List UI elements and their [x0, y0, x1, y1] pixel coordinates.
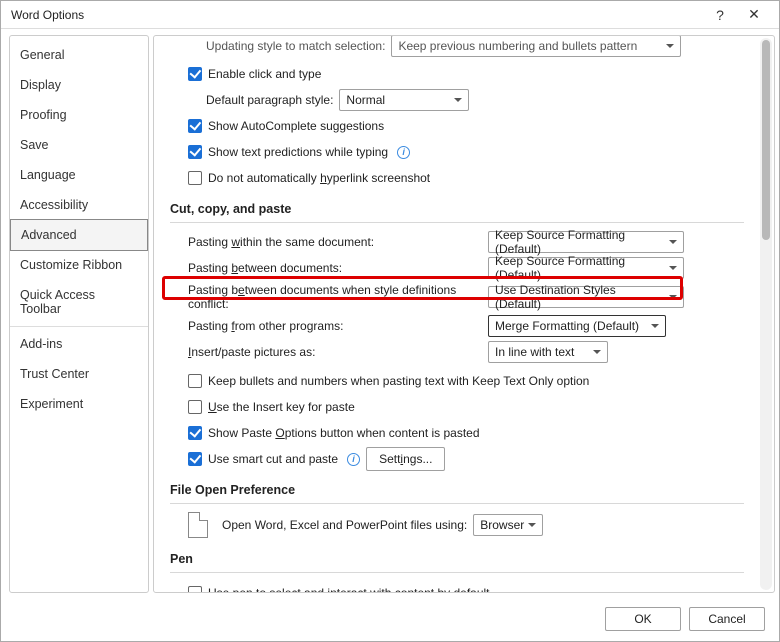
- show-paste-options-row: Show Paste Options button when content i…: [170, 421, 744, 445]
- use-insert-key-row: Use the Insert key for paste: [170, 395, 744, 419]
- use-pen-label: Use pen to select and interact with cont…: [208, 586, 490, 592]
- section-pen: Pen: [170, 542, 744, 573]
- sidebar-item-customize-ribbon[interactable]: Customize Ribbon: [10, 250, 148, 280]
- sidebar-item-accessibility[interactable]: Accessibility: [10, 190, 148, 220]
- paste-between-conflict-select[interactable]: Use Destination Styles (Default): [488, 286, 684, 308]
- insert-paste-pictures-select[interactable]: In line with text: [488, 341, 608, 363]
- sidebar-item-experiment[interactable]: Experiment: [10, 389, 148, 419]
- paste-other-programs-label: Pasting from other programs:: [188, 319, 488, 333]
- section-file-open: File Open Preference: [170, 473, 744, 504]
- paste-within-select[interactable]: Keep Source Formatting (Default): [488, 231, 684, 253]
- show-paste-options-label: Show Paste Options button when content i…: [208, 426, 480, 440]
- paste-options-grid: Pasting within the same document: Keep S…: [188, 231, 744, 363]
- keep-bullets-checkbox[interactable]: [188, 374, 202, 388]
- file-open-label: Open Word, Excel and PowerPoint files us…: [222, 518, 467, 532]
- smart-cut-paste-checkbox[interactable]: [188, 452, 202, 466]
- document-icon: [188, 512, 208, 538]
- close-button[interactable]: ✕: [737, 1, 771, 29]
- sidebar-item-advanced[interactable]: Advanced: [10, 219, 148, 251]
- paste-between-conflict-label: Pasting between documents when style def…: [188, 283, 488, 311]
- sidebar-item-add-ins[interactable]: Add-ins: [10, 329, 148, 359]
- use-pen-checkbox[interactable]: [188, 586, 202, 592]
- info-icon[interactable]: [397, 146, 410, 159]
- sidebar-item-proofing[interactable]: Proofing: [10, 100, 148, 130]
- sidebar-item-save[interactable]: Save: [10, 130, 148, 160]
- show-text-predictions-row: Show text predictions while typing: [170, 140, 744, 164]
- ok-button[interactable]: OK: [605, 607, 681, 631]
- paste-between-select[interactable]: Keep Source Formatting (Default): [488, 257, 684, 279]
- updating-style-row: Updating style to match selection: Keep …: [170, 36, 744, 58]
- info-icon[interactable]: [347, 453, 360, 466]
- sidebar-item-general[interactable]: General: [10, 40, 148, 70]
- vertical-scrollbar[interactable]: [760, 38, 772, 590]
- paste-between-label: Pasting between documents:: [188, 261, 488, 275]
- updating-style-label: Updating style to match selection:: [206, 39, 385, 53]
- show-autocomplete-row: Show AutoComplete suggestions: [170, 114, 744, 138]
- show-text-predictions-label: Show text predictions while typing: [208, 145, 388, 159]
- smart-cut-paste-label: Use smart cut and paste: [208, 452, 338, 466]
- insert-paste-pictures-label: Insert/paste pictures as:: [188, 345, 488, 359]
- content-pane: Updating style to match selection: Keep …: [153, 35, 775, 593]
- window-title: Word Options: [11, 8, 703, 22]
- no-auto-hyperlink-checkbox[interactable]: [188, 171, 202, 185]
- use-pen-row: Use pen to select and interact with cont…: [170, 581, 744, 592]
- paste-other-programs-select[interactable]: Merge Formatting (Default): [488, 315, 666, 337]
- paste-within-label: Pasting within the same document:: [188, 235, 488, 249]
- updating-style-select[interactable]: Keep previous numbering and bullets patt…: [391, 36, 681, 57]
- keep-bullets-row: Keep bullets and numbers when pasting te…: [170, 369, 744, 393]
- section-cut-copy-paste: Cut, copy, and paste: [170, 192, 744, 223]
- sidebar-item-display[interactable]: Display: [10, 70, 148, 100]
- show-autocomplete-label: Show AutoComplete suggestions: [208, 119, 384, 133]
- titlebar: Word Options ? ✕: [1, 1, 779, 29]
- settings-button[interactable]: Settings...: [366, 447, 445, 471]
- keep-bullets-label: Keep bullets and numbers when pasting te…: [208, 374, 589, 388]
- cancel-button[interactable]: Cancel: [689, 607, 765, 631]
- main-split: General Display Proofing Save Language A…: [1, 29, 779, 599]
- dialog-footer: OK Cancel: [1, 597, 779, 641]
- file-open-row: Open Word, Excel and PowerPoint files us…: [170, 512, 744, 538]
- enable-click-type-checkbox[interactable]: [188, 67, 202, 81]
- show-paste-options-checkbox[interactable]: [188, 426, 202, 440]
- category-sidebar: General Display Proofing Save Language A…: [9, 35, 149, 593]
- show-text-predictions-checkbox[interactable]: [188, 145, 202, 159]
- default-para-style-label: Default paragraph style:: [206, 93, 333, 107]
- no-auto-hyperlink-label: Do not automatically hyperlink screensho…: [208, 171, 430, 185]
- enable-click-type-row: Enable click and type: [170, 62, 744, 86]
- show-autocomplete-checkbox[interactable]: [188, 119, 202, 133]
- use-insert-key-label: Use the Insert key for paste: [208, 400, 355, 414]
- content-scroll: Updating style to match selection: Keep …: [154, 36, 758, 592]
- sidebar-item-trust-center[interactable]: Trust Center: [10, 359, 148, 389]
- smart-cut-paste-row: Use smart cut and paste Settings...: [170, 447, 744, 471]
- default-para-style-row: Default paragraph style: Normal: [170, 88, 744, 112]
- use-insert-key-checkbox[interactable]: [188, 400, 202, 414]
- no-auto-hyperlink-row: Do not automatically hyperlink screensho…: [170, 166, 744, 190]
- file-open-select[interactable]: Browser: [473, 514, 543, 536]
- scrollbar-thumb[interactable]: [762, 40, 770, 240]
- sidebar-item-quick-access-toolbar[interactable]: Quick Access Toolbar: [10, 280, 148, 324]
- sidebar-item-language[interactable]: Language: [10, 160, 148, 190]
- default-para-style-select[interactable]: Normal: [339, 89, 469, 111]
- help-button[interactable]: ?: [703, 1, 737, 29]
- enable-click-type-label: Enable click and type: [208, 67, 321, 81]
